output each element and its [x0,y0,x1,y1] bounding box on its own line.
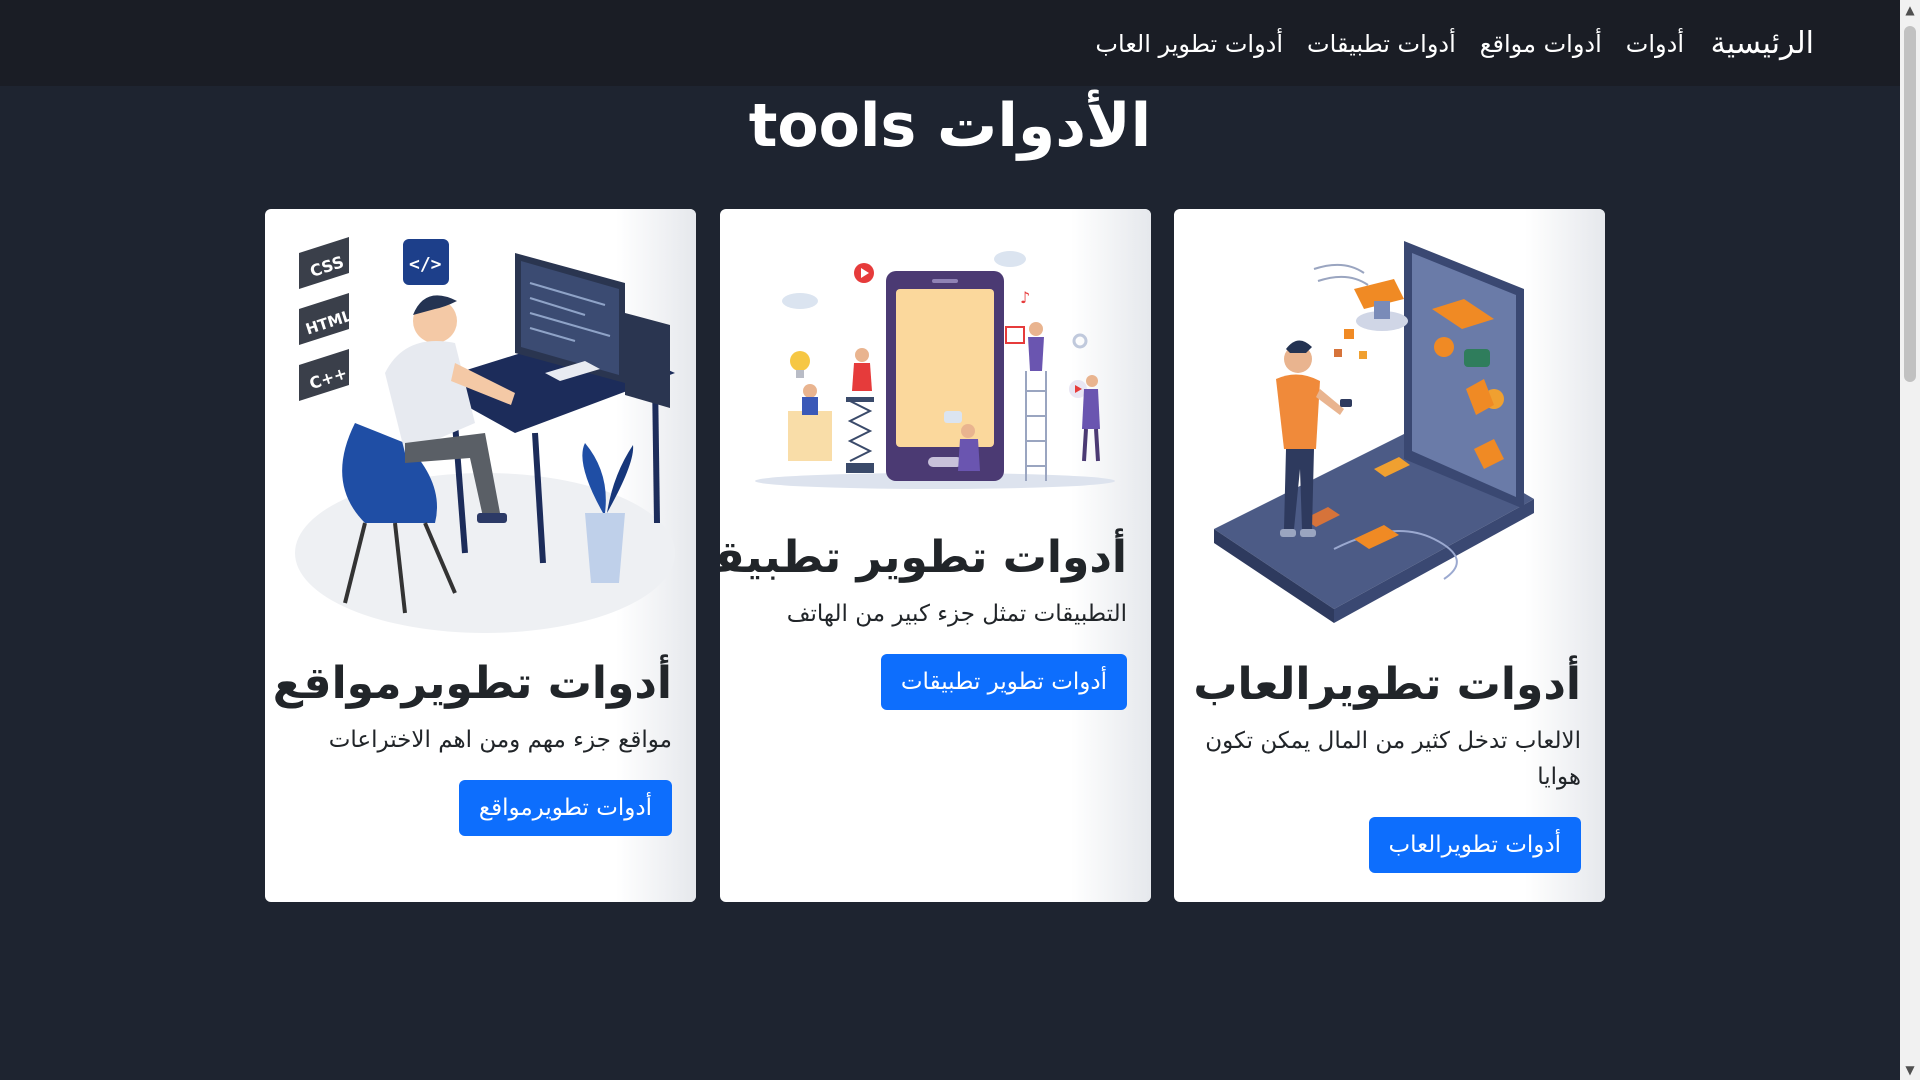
html-badge-icon: HTML [299,293,354,345]
nav-link-game-tools[interactable]: أدوات تطوير العاب [1095,24,1283,64]
web-developer-illustration: CSS HTML C++ </> [295,237,675,633]
nav-link-app-tools[interactable]: أدوات تطبيقات [1307,24,1456,64]
nav-link-tools[interactable]: أدوات [1626,24,1684,64]
card-web-tools: CSS HTML C++ </> أدوات تطويرمواقع مواقع … [265,209,696,902]
calendar-icon [1005,326,1025,344]
css-badge-icon: CSS [299,237,349,289]
card-title: أدوات تطويرمواقع [272,658,672,709]
lightbulb-icon [790,351,810,371]
nav-link-web-tools[interactable]: أدوات مواقع [1480,24,1602,64]
card-body: أدوات تطويرالعاب الالعاب تدخل كثير من ال… [1193,657,1581,873]
scroll-up-arrow-icon[interactable]: ▲ [1900,0,1920,20]
gear-icon [1072,333,1088,349]
card-body: أدوات تطويرمواقع مواقع جزء مهم ومن اهم ا… [272,656,672,836]
card-title: أدوات تطويرالعاب [1193,659,1581,710]
scroll-thumb[interactable] [1904,26,1916,382]
nav-brand-home[interactable]: الرئيسية [1711,22,1814,66]
page-title: tools الأدوات [748,91,1152,161]
scrollbar[interactable]: ▲ ▼ [1900,0,1920,1080]
card-text: التطبيقات تمثل جزء كبير من الهاتف [786,601,1127,627]
navbar: الرئيسية أدوات أدوات مواقع أدوات تطبيقات… [0,0,1900,86]
page: الرئيسية أدوات أدوات مواقع أدوات تطبيقات… [0,0,1920,1080]
web-tools-button[interactable]: أدوات تطويرمواقع [458,780,672,836]
app-tools-button[interactable]: أدوات تطوير تطبيقات [880,654,1127,710]
card-app-tools: ♪ أدوات تطوير تطبيقات التطبيقات تمثل جزء… [720,209,1151,902]
card-title: أدوات تطوير تطبيقات [720,532,1127,583]
svg-text:♪: ♪ [1020,288,1030,307]
game-tools-button[interactable]: أدوات تطويرالعاب [1368,817,1581,873]
game-development-illustration [1214,241,1534,623]
scroll-down-arrow-icon[interactable]: ▼ [1900,1060,1920,1080]
nav-links: أدوات أدوات مواقع أدوات تطبيقات أدوات تط… [1095,24,1684,64]
app-development-illustration: ♪ [755,251,1115,489]
card-text: الالعاب تدخل كثير من المال يمكن تكون هوا… [1205,728,1581,790]
card-text: مواقع جزء مهم ومن اهم الاختراعات [328,727,672,753]
svg-text:</>: </> [409,254,442,275]
cpp-badge-icon: C++ [299,349,349,401]
card-body: أدوات تطوير تطبيقات التطبيقات تمثل جزء ك… [720,530,1127,710]
card-game-tools: أدوات تطويرالعاب الالعاب تدخل كثير من ال… [1174,209,1605,902]
